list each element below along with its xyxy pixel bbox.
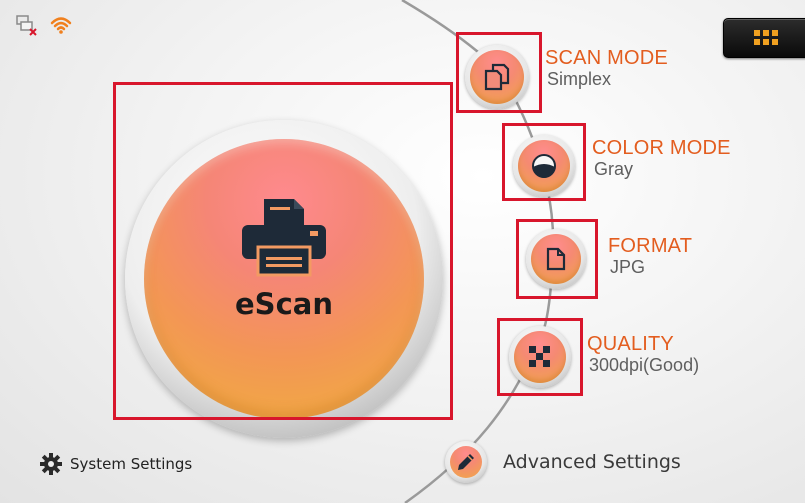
scan-mode-title: SCAN MODE [545,47,668,69]
scan-mode-value: Simplex [547,69,612,89]
advanced-settings-label[interactable]: Advanced Settings [503,451,681,473]
color-mode-value: Gray [594,159,634,179]
gear-icon [40,453,62,475]
system-settings-button[interactable]: System Settings [40,452,192,476]
format-highlight-box [516,219,598,299]
scan-mode-highlight-box [456,32,542,113]
wifi-icon [50,14,72,36]
advanced-settings-button[interactable] [445,441,487,483]
color-mode-highlight-box [502,123,586,201]
escan-highlight-box [113,82,453,420]
menu-button[interactable] [723,18,805,58]
quality-title: QUALITY [587,333,674,355]
quality-highlight-box [497,318,583,396]
color-mode-title: COLOR MODE [592,137,731,159]
format-value: JPG [610,257,646,277]
format-title: FORMAT [608,235,693,257]
system-settings-label: System Settings [70,455,193,473]
quality-value: 300dpi(Good) [589,355,700,375]
pen-icon [458,454,474,470]
grid-icon [754,30,778,45]
network-disconnected-icon [16,14,38,36]
